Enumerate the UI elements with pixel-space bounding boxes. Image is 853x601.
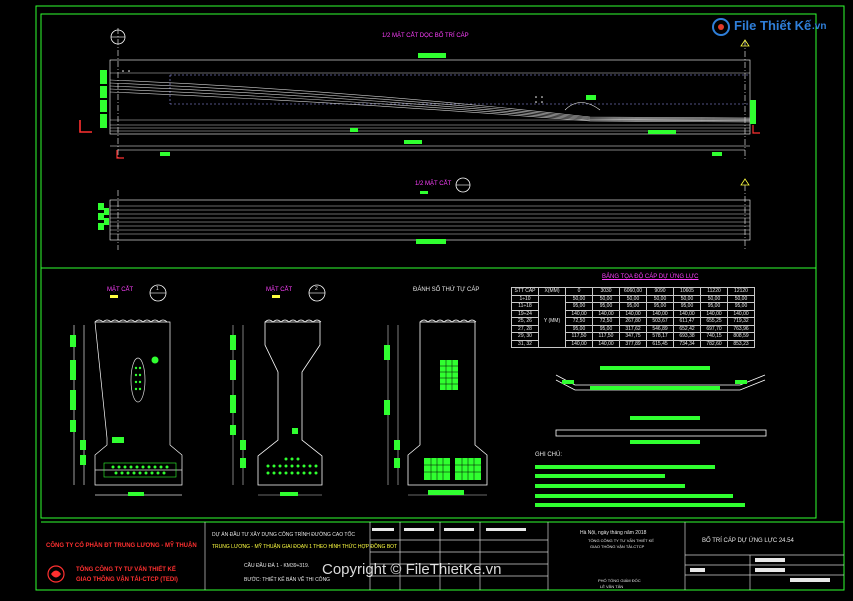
section-1-title: MẶT CẮT xyxy=(107,287,134,293)
table-header-row: STT CÁP X(MM) 0 3030 6060,00 9090 10605 … xyxy=(511,287,755,296)
table-title: BẢNG TỌA ĐỘ CÁP DỰ ỨNG LỰC xyxy=(602,274,699,280)
notes-title: GHI CHÚ: xyxy=(535,452,562,458)
table-cell: 693,38 xyxy=(673,332,701,341)
table-cell: 1÷10 xyxy=(511,294,539,303)
table-cell: 50,00 xyxy=(646,294,674,303)
company-name-3: GIAO THÔNG VẬN TẢI-CTCP (TEDI) xyxy=(76,577,178,583)
table-cell: 740,15 xyxy=(700,332,728,341)
table-cell: 95,00 xyxy=(565,302,593,311)
table-cell: 25, 26 xyxy=(511,317,539,326)
table-cell: 11÷18 xyxy=(511,302,539,311)
table-cell: 140,00 xyxy=(592,339,620,348)
table-cell: 117,50 xyxy=(592,332,620,341)
table-cell: 267,80 xyxy=(619,317,647,326)
project-line-2: TRUNG LƯƠNG - MỸ THUẬN GIAI ĐOẠN 1 THEO … xyxy=(212,544,398,550)
table-cell: 117,50 xyxy=(565,332,593,341)
section-2-number: 2 xyxy=(315,286,318,292)
table-cell: 546,89 xyxy=(646,324,674,333)
table-cell: 140,00 xyxy=(592,309,620,318)
table-cell: 27, 28 xyxy=(511,324,539,333)
table-header-cell: X(MM) xyxy=(538,287,566,296)
table-cell: 140,00 xyxy=(700,309,728,318)
table-cell: 317,62 xyxy=(619,324,647,333)
plan-view-title: 1/2 MẶT CẮT xyxy=(415,181,452,187)
table-header-cell: STT CÁP xyxy=(511,287,539,296)
table-cell: 50,00 xyxy=(565,294,593,303)
top-view-title: 1/2 MẶT CẮT DỌC BỐ TRÍ CÁP xyxy=(382,33,469,39)
table-cell: 95,00 xyxy=(565,324,593,333)
company-name-1: CÔNG TY CỔ PHẦN ĐT TRUNG LƯƠNG - MỸ THUẬ… xyxy=(46,543,197,549)
table-cell: 95,00 xyxy=(592,302,620,311)
section-1-number: 1 xyxy=(156,286,159,292)
project-line-1: DỰ ÁN ĐẦU TƯ XÂY DỰNG CÔNG TRÌNH ĐƯỜNG C… xyxy=(212,532,355,538)
section-2-title: MẶT CẮT xyxy=(266,287,293,293)
table-cell: 140,00 xyxy=(565,339,593,348)
table-cell: 95,00 xyxy=(673,302,701,311)
section-3-title: ĐÁNH SỐ THỨ TỰ CÁP xyxy=(413,287,480,293)
table-cell: 377,89 xyxy=(619,339,647,348)
table-cell: 763,96 xyxy=(727,324,755,333)
table-header-cell: 11220 xyxy=(700,287,728,296)
filethietke-logo: File Thiết Kế .vn xyxy=(712,10,840,44)
y-label-cell: Y (MM) xyxy=(538,294,566,348)
table-cell: 734,34 xyxy=(673,339,701,348)
table-cell: 140,00 xyxy=(727,309,755,318)
table-row: 1÷10 Y (MM) 50,00 50,00 50,00 50,00 50,0… xyxy=(511,294,755,348)
table-cell: 140,00 xyxy=(673,309,701,318)
table-header-cell: 12120 xyxy=(727,287,755,296)
table-cell: 808,59 xyxy=(727,332,755,341)
table-cell: 31, 32 xyxy=(511,339,539,348)
table-cell: 95,00 xyxy=(592,324,620,333)
table-cell: 50,00 xyxy=(619,294,647,303)
table-header-cell: 0 xyxy=(565,287,593,296)
logo-text: File Thiết Kế xyxy=(734,18,812,33)
table-cell: 578,17 xyxy=(646,332,674,341)
table-cell: 95,00 xyxy=(700,302,728,311)
table-header-cell: 6060,00 xyxy=(619,287,647,296)
table-cell: 72,50 xyxy=(592,317,620,326)
cable-coordinate-table: STT CÁP X(MM) 0 3030 6060,00 9090 10605 … xyxy=(511,287,755,348)
table-cell: 655,25 xyxy=(700,317,728,326)
logo-domain: .vn xyxy=(812,21,827,32)
table-cell: 95,00 xyxy=(727,302,755,311)
table-cell: 503,67 xyxy=(646,317,674,326)
table-cell: 140,00 xyxy=(565,309,593,318)
design-stage: BƯỚC: THIẾT KẾ BẢN VẼ THI CÔNG xyxy=(244,577,331,583)
small-company-2: GIAO THÔNG VẬN TẢI-CTCP xyxy=(590,544,645,549)
table-cell: 140,00 xyxy=(619,309,647,318)
table-cell: 29, 30 xyxy=(511,332,539,341)
table-header-cell: 3030 xyxy=(592,287,620,296)
small-company-1: TỔNG CÔNG TY TƯ VẤN THIẾT KẾ xyxy=(588,538,654,543)
table-cell: 50,00 xyxy=(727,294,755,303)
date-line: Hà Nội, ngày tháng năm 2018 xyxy=(580,530,647,536)
table-cell: 615,45 xyxy=(646,339,674,348)
table-cell: 50,00 xyxy=(592,294,620,303)
table-cell: 140,00 xyxy=(646,309,674,318)
company-name-2: TỔNG CÔNG TY TƯ VẤN THIẾT KẾ xyxy=(76,567,176,573)
table-header-cell: 9090 xyxy=(646,287,674,296)
table-cell: 719,32 xyxy=(727,317,755,326)
table-cell: 95,00 xyxy=(619,302,647,311)
table-cell: 347,75 xyxy=(619,332,647,341)
package-name: CẦU ĐẦU ĐÀ 1 - KM39+319. xyxy=(244,563,310,569)
signer-name: LÊ VĂN TÂN xyxy=(600,584,624,589)
table-cell: 72,50 xyxy=(565,317,593,326)
table-cell: 50,00 xyxy=(673,294,701,303)
table-cell: 50,00 xyxy=(700,294,728,303)
table-cell: 95,00 xyxy=(646,302,674,311)
table-cell: 611,47 xyxy=(673,317,701,326)
table-cell: 652,42 xyxy=(673,324,701,333)
table-header-cell: 10605 xyxy=(673,287,701,296)
table-cell: 853,23 xyxy=(727,339,755,348)
signer-title: PHÓ TỔNG GIÁM ĐỐC xyxy=(598,578,641,583)
table-cell: 19÷24 xyxy=(511,309,539,318)
table-cell: 782,60 xyxy=(700,339,728,348)
drawing-title: BỐ TRÍ CÁP DỰ ỨNG LỰC 24.54 xyxy=(702,538,794,544)
copyright-watermark: Copyright © FileThietKe.vn xyxy=(322,561,502,578)
table-cell: 697,70 xyxy=(700,324,728,333)
